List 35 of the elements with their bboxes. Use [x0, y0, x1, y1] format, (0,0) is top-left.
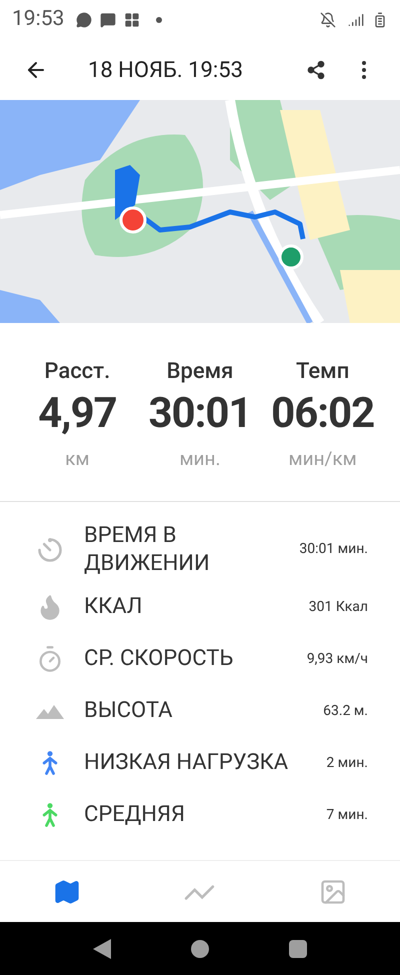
metric-label: ККАЛ: [84, 593, 144, 621]
map-tab[interactable]: [52, 878, 81, 906]
stat-unit: мин.: [179, 446, 220, 472]
mountains-icon: [36, 703, 64, 719]
stat-value: 4,97: [38, 388, 117, 440]
recents-nav-icon[interactable]: [289, 940, 307, 958]
metric-value: 2 мин.: [326, 754, 368, 772]
metric-label: ВЫСОТА: [84, 697, 174, 725]
metric-value: 301 Ккал: [308, 598, 368, 616]
message-icon: [76, 12, 92, 28]
share-icon[interactable]: [306, 60, 326, 80]
metric-value: 9,93 км/ч: [306, 650, 368, 668]
back-nav-icon[interactable]: [93, 938, 111, 958]
stat-label: Темп: [296, 358, 350, 386]
activity-title: 18 НОЯБ. 19:53: [88, 56, 244, 84]
chat-icon: [100, 12, 116, 28]
metric-value: 30:01 мин.: [299, 540, 368, 559]
status-time: 19:53: [12, 6, 64, 34]
metric-label: НИЗКАЯ НАГРУЗКА: [84, 749, 290, 777]
metric-label: СРЕДНЯЯ: [84, 801, 186, 829]
stopwatch-dial-icon: [36, 536, 64, 564]
stat-label: Расст.: [44, 358, 110, 386]
apps-icon: [124, 12, 140, 28]
stat-unit: мин/км: [288, 446, 357, 472]
metric-value: 63.2 м.: [323, 702, 368, 720]
stat-unit: км: [65, 446, 90, 472]
home-nav-icon[interactable]: [191, 940, 209, 958]
metric-label: СР. СКОРОСТЬ: [84, 645, 234, 673]
stat-value: 30:01: [148, 388, 252, 440]
muted-bell-icon: [320, 12, 336, 28]
signal-icon: [348, 12, 364, 28]
metric-label: ВРЕМЯ В ДВИЖЕНИИ: [84, 522, 211, 577]
metric-value: 7 мин.: [326, 806, 368, 824]
stat-label: Время: [166, 358, 234, 386]
stat-value: 06:02: [271, 388, 374, 440]
